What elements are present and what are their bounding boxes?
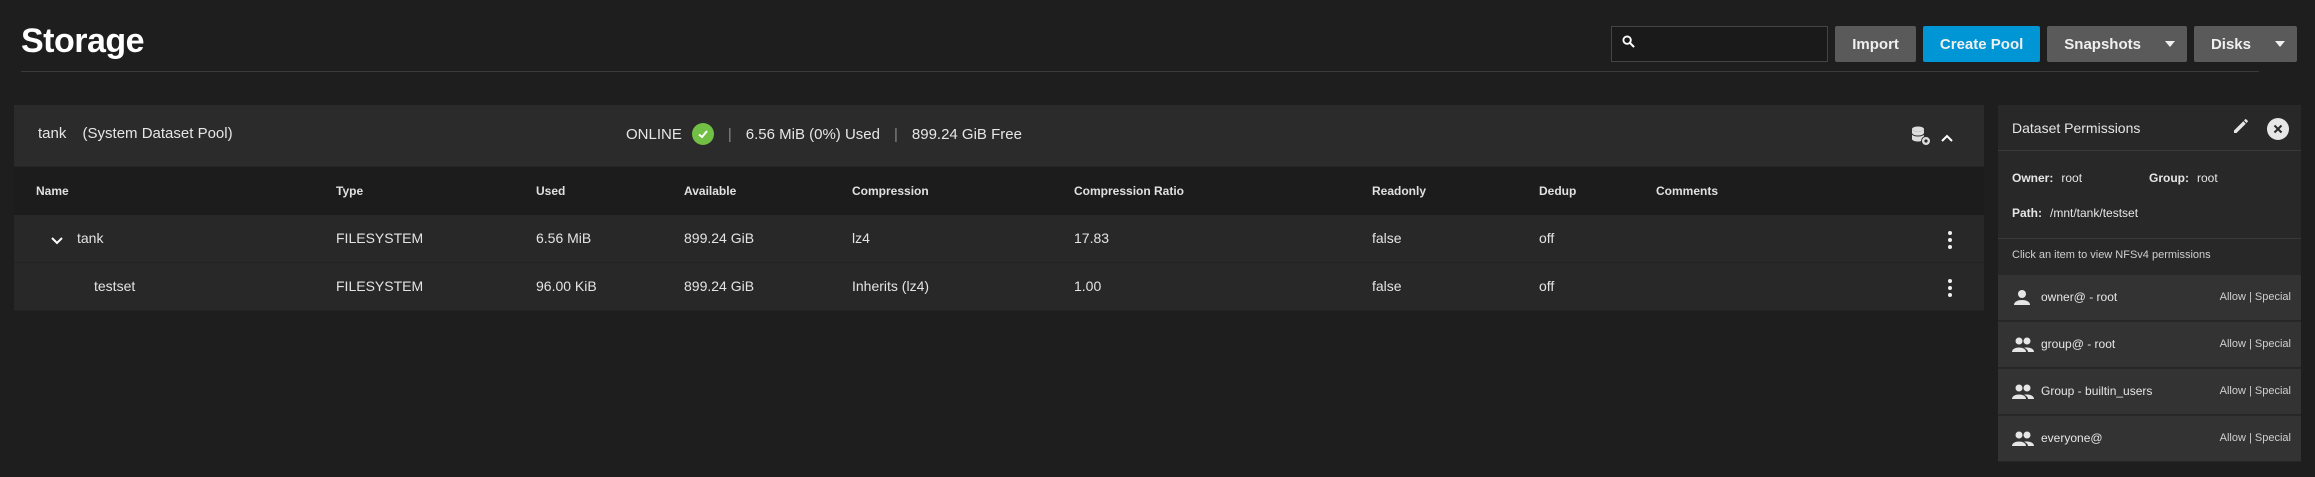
table-row[interactable]: tank FILESYSTEM 6.56 MiB 899.24 GiB lz4 … [14, 215, 1984, 263]
group-icon [2012, 335, 2034, 360]
table-row[interactable]: testset FILESYSTEM 96.00 KiB 899.24 GiB … [14, 263, 1984, 311]
dataset-compression: lz4 [852, 230, 870, 246]
dataset-compression-ratio: 1.00 [1074, 278, 1102, 294]
column-header-name[interactable]: Name [36, 184, 69, 198]
create-pool-button-label: Create Pool [1939, 35, 2024, 53]
permissions-actions [2231, 116, 2289, 141]
column-header-type[interactable]: Type [336, 184, 363, 198]
dataset-name: tank [77, 230, 104, 246]
check-circle-icon [691, 123, 714, 145]
divider [1998, 238, 2301, 239]
table-header: Name Type Used Available Compression Com… [14, 167, 1984, 215]
path-info: Path: /mnt/tank/testset [2012, 206, 2138, 220]
search-input[interactable] [1643, 36, 1814, 52]
pool-card: tank (System Dataset Pool) ONLINE | 6.56… [14, 105, 1984, 311]
dataset-readonly: false [1372, 230, 1402, 246]
disks-button[interactable]: Disks [2193, 26, 2297, 62]
pool-status-text: ONLINE [626, 125, 682, 143]
create-pool-button[interactable]: Create Pool [1922, 26, 2041, 62]
permission-value: Allow | Special [2219, 291, 2291, 303]
pool-actions [1910, 125, 1954, 152]
pool-free: 899.24 GiB Free [911, 125, 1022, 143]
more-vert-icon[interactable] [1946, 277, 1954, 299]
column-header-comments[interactable]: Comments [1656, 184, 1718, 198]
dataset-used: 6.56 MiB [536, 230, 592, 246]
dataset-readonly: false [1372, 278, 1402, 294]
chevron-up-icon[interactable] [1940, 130, 1954, 148]
permission-value: Allow | Special [2219, 432, 2291, 444]
pool-name: tank (System Dataset Pool) [38, 125, 233, 142]
permission-item-owner[interactable]: owner@ - root Allow | Special [1998, 275, 2301, 321]
pool-header: tank (System Dataset Pool) ONLINE | 6.56… [14, 105, 1984, 167]
column-header-dedup[interactable]: Dedup [1539, 184, 1576, 198]
column-header-compression[interactable]: Compression [852, 184, 929, 198]
database-settings-icon[interactable] [1910, 125, 1932, 152]
permission-label: owner@ - root [2041, 290, 2118, 304]
import-button-label: Import [1852, 35, 1899, 53]
more-vert-icon[interactable] [1946, 229, 1954, 251]
dataset-compression: Inherits (lz4) [852, 278, 930, 294]
column-header-used[interactable]: Used [536, 184, 565, 198]
owner-value: root [2061, 171, 2083, 185]
column-header-compression-ratio[interactable]: Compression Ratio [1074, 184, 1184, 198]
title-divider [21, 71, 2259, 72]
owner-info: Owner: root [2012, 171, 2082, 185]
dataset-type: FILESYSTEM [336, 230, 424, 246]
pool-status: ONLINE | 6.56 MiB (0%) Used | 899.24 GiB… [626, 123, 1022, 145]
group-icon [2012, 382, 2034, 407]
separator: | [893, 125, 898, 143]
pool-subtitle: (System Dataset Pool) [82, 125, 233, 142]
pencil-icon[interactable] [2231, 116, 2251, 141]
group-info: Group: root [2149, 171, 2218, 185]
dataset-dedup: off [1539, 278, 1555, 294]
permission-item-builtin-users[interactable]: Group - builtin_users Allow | Special [1998, 369, 2301, 415]
disks-button-label: Disks [2210, 35, 2251, 53]
dataset-dedup: off [1539, 230, 1555, 246]
column-header-readonly[interactable]: Readonly [1372, 184, 1426, 198]
chevron-down-icon[interactable] [50, 233, 64, 249]
group-icon [2012, 429, 2034, 454]
permission-label: everyone@ [2041, 431, 2103, 445]
dataset-name: testset [94, 278, 136, 294]
dataset-type: FILESYSTEM [336, 278, 424, 294]
permission-value: Allow | Special [2219, 338, 2291, 350]
permission-label: group@ - root [2041, 337, 2116, 351]
path-label: Path: [2012, 206, 2042, 220]
search-icon [1622, 35, 1636, 53]
person-icon [2012, 288, 2032, 313]
permission-item-group[interactable]: group@ - root Allow | Special [1998, 322, 2301, 368]
permissions-title-bar: Dataset Permissions [1998, 105, 2301, 151]
search-box[interactable] [1611, 26, 1829, 62]
dataset-available: 899.24 GiB [684, 278, 755, 294]
permissions-hint: Click an item to view NFSv4 permissions [2012, 249, 2211, 261]
group-value: root [2197, 171, 2218, 185]
permissions-list: owner@ - root Allow | Special group@ - r… [1998, 275, 2301, 463]
path-value: /mnt/tank/testset [2050, 206, 2139, 220]
caret-down-icon [2275, 41, 2285, 47]
permission-label: Group - builtin_users [2041, 384, 2153, 398]
pool-used: 6.56 MiB (0%) Used [745, 125, 880, 143]
snapshots-button-label: Snapshots [2064, 35, 2141, 53]
caret-down-icon [2164, 41, 2175, 47]
snapshots-button[interactable]: Snapshots [2047, 26, 2187, 62]
toolbar: Import Create Pool Snapshots Disks [1611, 26, 2297, 62]
page-title: Storage [21, 22, 145, 60]
permissions-title: Dataset Permissions [2012, 120, 2141, 136]
dataset-permissions-panel: Dataset Permissions Owner: root Group: roo… [1998, 105, 2301, 462]
owner-label: Owner: [2012, 171, 2054, 185]
close-icon[interactable] [2267, 117, 2289, 140]
permission-item-everyone[interactable]: everyone@ Allow | Special [1998, 416, 2301, 462]
permission-value: Allow | Special [2219, 385, 2291, 397]
group-label: Group: [2149, 171, 2189, 185]
dataset-available: 899.24 GiB [684, 230, 755, 246]
pool-name-text: tank [38, 125, 67, 142]
dataset-used: 96.00 KiB [536, 278, 597, 294]
import-button[interactable]: Import [1835, 26, 1916, 62]
separator: | [727, 125, 732, 143]
dataset-compression-ratio: 17.83 [1074, 230, 1110, 246]
column-header-available[interactable]: Available [684, 184, 736, 198]
